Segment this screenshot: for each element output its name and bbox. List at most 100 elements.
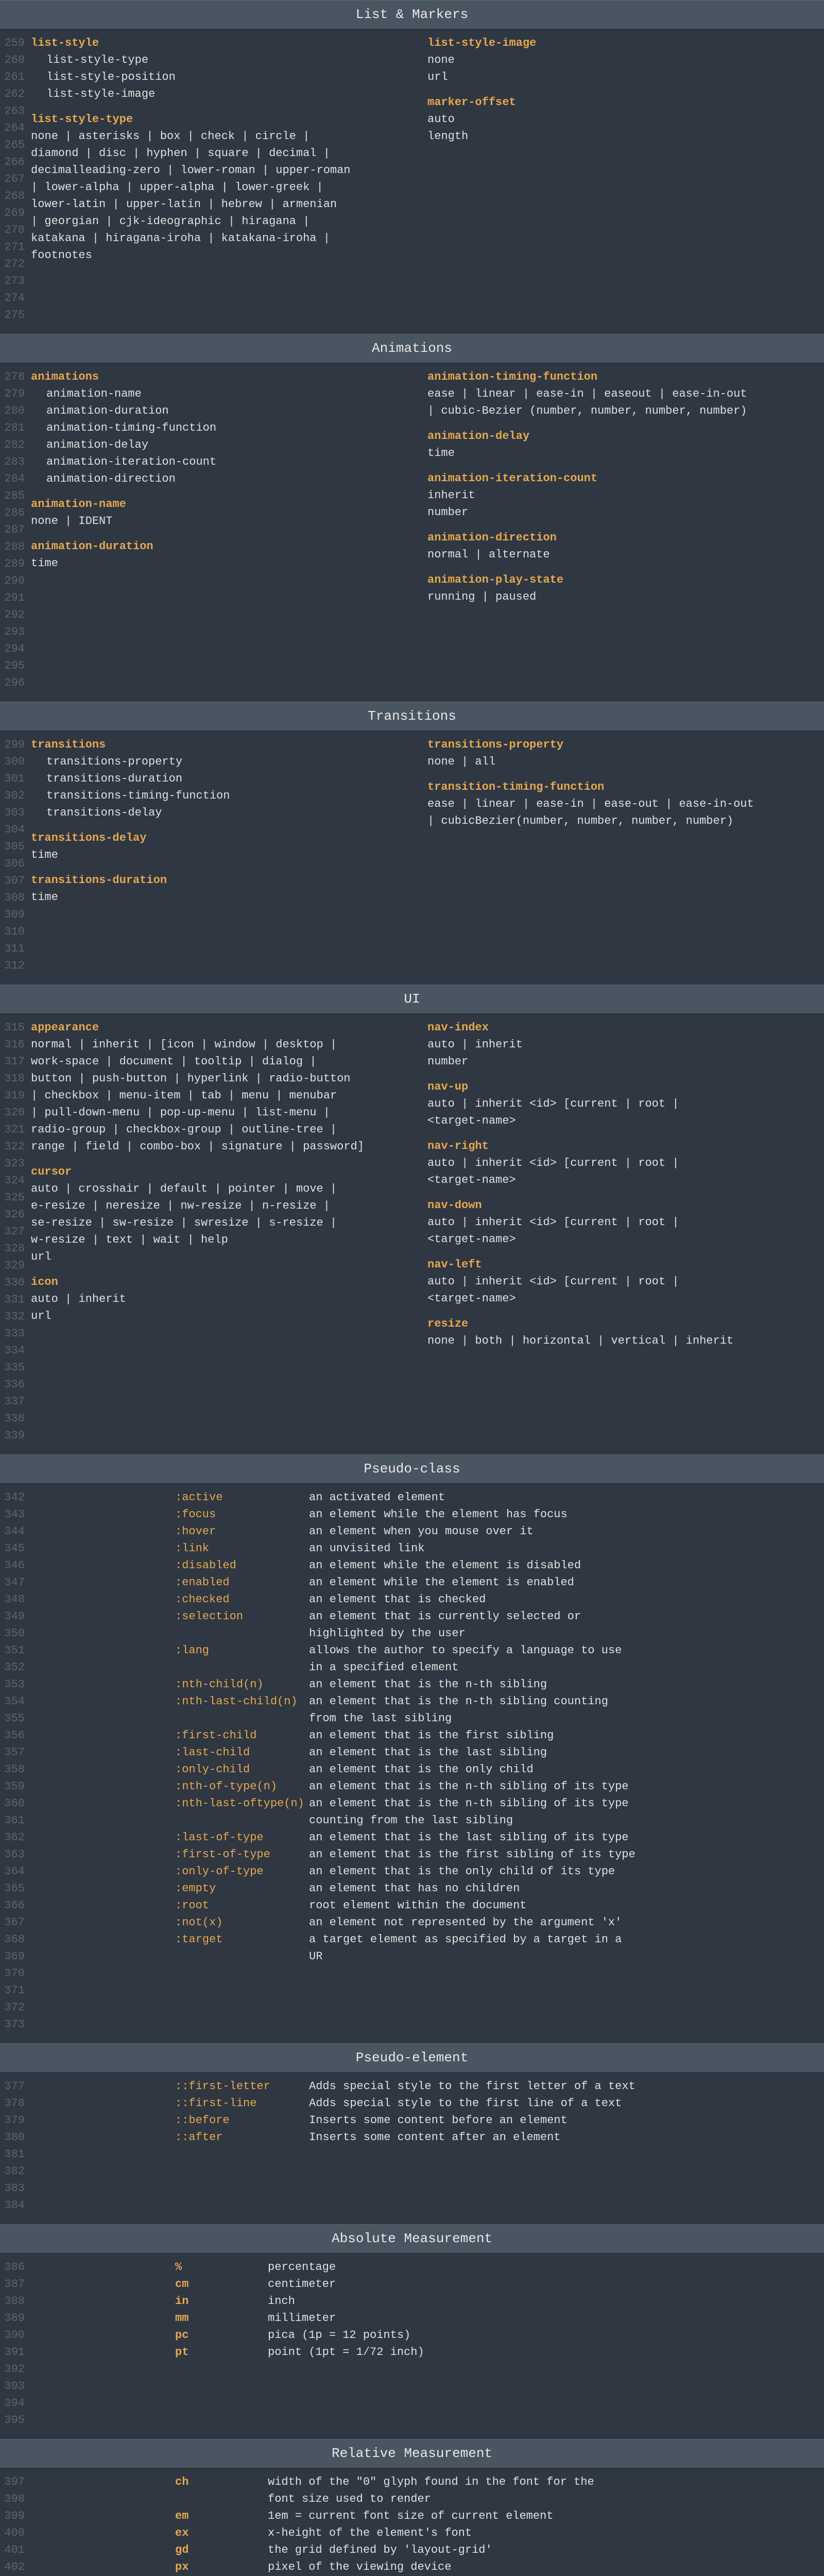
line-number: 363 — [0, 1846, 25, 1863]
line-number: 335 — [0, 1359, 25, 1376]
line-number: 384 — [0, 2197, 25, 2214]
section-body: 2782792802812822832842852862872882892902… — [0, 363, 824, 702]
line-number: 371 — [0, 1982, 25, 1999]
left-column: list-stylelist-style-typelist-style-posi… — [31, 35, 427, 324]
pseudo-row: in a specified element — [175, 1659, 636, 1676]
line-number: 389 — [0, 2310, 25, 2327]
line-number: 329 — [0, 1257, 25, 1274]
line-number: 259 — [0, 35, 25, 52]
property-value: diamond | disc | hyphen | square | decim… — [31, 145, 417, 162]
property-value: none | both | horizontal | vertical | in… — [427, 1332, 814, 1349]
pseudo-row: :emptyan element that has no children — [175, 1880, 636, 1897]
pseudo-row: from the last sibling — [175, 1710, 636, 1727]
pseudo-desc: an element that is checked — [309, 1591, 636, 1608]
line-number: 308 — [0, 889, 25, 906]
line-number: 358 — [0, 1761, 25, 1778]
line-number: 391 — [0, 2344, 25, 2361]
right-column: nav-indexauto | inheritnumber nav-upauto … — [427, 1019, 824, 1444]
line-number: 381 — [0, 2146, 25, 2163]
property-value: auto — [427, 111, 814, 128]
property-value: <target-name> — [427, 1112, 814, 1129]
property-title: animation-direction — [427, 529, 814, 546]
pseudo-desc: Inserts some content after an element — [309, 2129, 636, 2146]
line-number: 271 — [0, 239, 25, 256]
line-number: 281 — [0, 419, 25, 436]
line-number: 327 — [0, 1223, 25, 1240]
line-number: 284 — [0, 470, 25, 487]
line-number: 296 — [0, 674, 25, 691]
pseudo-desc: an element while the element is enabled — [309, 1574, 636, 1591]
line-number: 382 — [0, 2163, 25, 2180]
pseudo-name: :last-of-type — [175, 1829, 309, 1846]
pseudo-desc: Inserts some content before an element — [309, 2112, 636, 2129]
line-number: 324 — [0, 1172, 25, 1189]
pseudo-name: :checked — [175, 1591, 309, 1608]
line-number: 282 — [0, 436, 25, 453]
property-block: animation-durationtime — [31, 538, 417, 572]
property-value: se-resize | sw-resize | swresize | s-res… — [31, 1214, 417, 1231]
property-value: katakana | hiragana-iroha | katakana-iro… — [31, 230, 417, 247]
line-number: 310 — [0, 923, 25, 940]
line-number: 311 — [0, 940, 25, 957]
pseudo-row: :disabledan element while the element is… — [175, 1557, 636, 1574]
property-value: | lower-alpha | upper-alpha | lower-gree… — [31, 179, 417, 196]
pseudo-name — [175, 1948, 309, 1965]
property-value: <target-name> — [427, 1290, 814, 1307]
pseudo-name: ::first-letter — [175, 2078, 309, 2095]
section-body: 3423433443453463473483493503513523533543… — [0, 1484, 824, 2043]
pseudo-row: :first-childan element that is the first… — [175, 1727, 636, 1744]
right-column: transitions-propertynone | alltransition… — [427, 736, 824, 974]
line-number: 280 — [0, 402, 25, 419]
pseudo-row: :nth-last-oftype(n)an element that is th… — [175, 1795, 636, 1812]
property-block: nav-upauto | inherit <id> [current | roo… — [427, 1078, 814, 1129]
property-block: nav-indexauto | inheritnumber — [427, 1019, 814, 1070]
line-number: 278 — [0, 368, 25, 385]
pseudo-desc: an activated element — [309, 1489, 636, 1506]
pseudo-desc: an element that is the n-th sibling coun… — [309, 1693, 636, 1710]
property-title: appearance — [31, 1019, 417, 1036]
property-value: running | paused — [427, 588, 814, 605]
section-header: UI — [0, 985, 824, 1014]
pseudo-name — [175, 1625, 309, 1642]
property-block: list-style-imagenoneurl — [427, 35, 814, 86]
line-number: 266 — [0, 154, 25, 171]
property-value: auto | inherit <id> [current | root | — [427, 1155, 814, 1172]
line-number: 267 — [0, 171, 25, 188]
property-sub: list-style-position — [31, 69, 417, 86]
line-number: 402 — [0, 2558, 25, 2575]
pseudo-desc: in a specified element — [309, 1659, 636, 1676]
property-value: e-resize | neresize | nw-resize | n-resi… — [31, 1197, 417, 1214]
property-sub: animation-name — [31, 385, 417, 402]
property-value: none | asterisks | box | check | circle … — [31, 128, 417, 145]
property-value: auto | inherit <id> [current | root | — [427, 1214, 814, 1231]
line-number: 394 — [0, 2395, 25, 2412]
line-number: 356 — [0, 1727, 25, 1744]
line-number: 272 — [0, 256, 25, 273]
unit-desc: width of the "0" glyph found in the font… — [268, 2473, 594, 2490]
pseudo-desc: highlighted by the user — [309, 1625, 636, 1642]
property-block: transitions-durationtime — [31, 872, 417, 906]
pseudo-row: :checkedan element that is checked — [175, 1591, 636, 1608]
property-value: button | push-button | hyperlink | radio… — [31, 1070, 417, 1087]
line-number: 318 — [0, 1070, 25, 1087]
section-body: 377378379380381382383384::first-letterAd… — [0, 2073, 824, 2224]
line-number: 401 — [0, 2541, 25, 2558]
unit-desc: font size used to render — [268, 2490, 431, 2507]
unit-name: cm — [175, 2276, 268, 2293]
pseudo-row: :only-childan element that is the only c… — [175, 1761, 636, 1778]
property-block: animationsanimation-nameanimation-durati… — [31, 368, 417, 487]
line-number: 283 — [0, 453, 25, 470]
pseudo-desc: an element that is currently selected or — [309, 1608, 636, 1625]
pseudo-desc: Adds special style to the first line of … — [309, 2095, 636, 2112]
property-block: appearancenormal | inherit | [icon | win… — [31, 1019, 417, 1155]
line-number: 345 — [0, 1540, 25, 1557]
pseudo-desc: Adds special style to the first letter o… — [309, 2078, 636, 2095]
property-block: iconauto | inheriturl — [31, 1274, 417, 1325]
line-gutter: 2592602612622632642652662672682692702712… — [0, 35, 31, 324]
line-number: 362 — [0, 1829, 25, 1846]
pseudo-row: :rootroot element within the document — [175, 1897, 636, 1914]
line-number: 300 — [0, 753, 25, 770]
pseudo-desc: an element that has no children — [309, 1880, 636, 1897]
pseudo-desc: an element that is the first sibling — [309, 1727, 636, 1744]
line-number: 334 — [0, 1342, 25, 1359]
